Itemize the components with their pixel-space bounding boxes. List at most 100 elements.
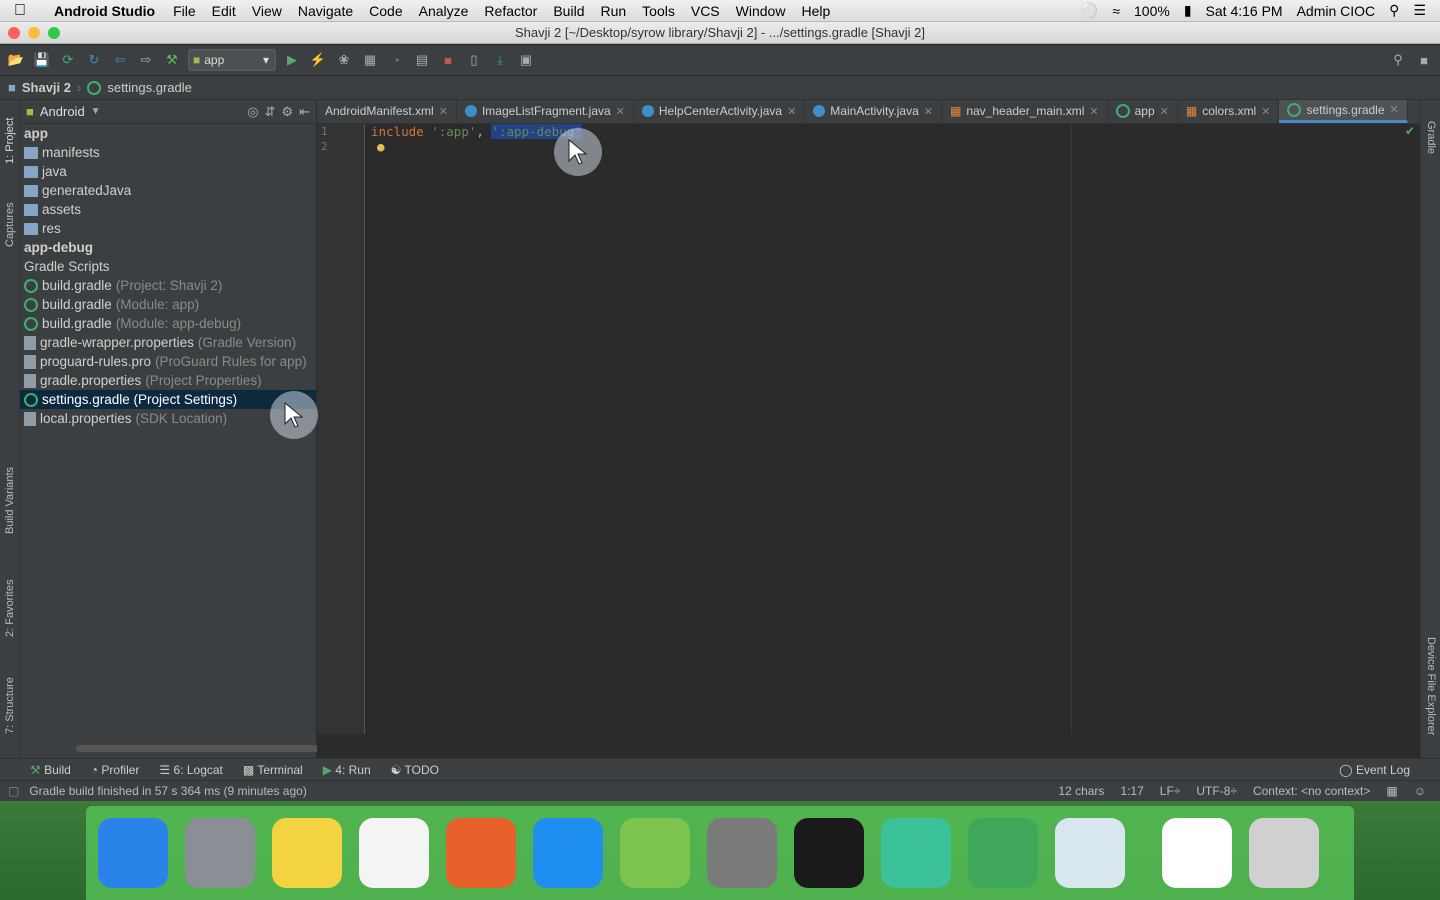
menu-build[interactable]: Build — [545, 3, 592, 19]
event-log-tab[interactable]: ◯ Event Log — [1339, 763, 1410, 777]
project-structure-icon[interactable]: ▣ — [516, 50, 536, 70]
code-line[interactable]: include ':app', ':app-debug' — [371, 124, 582, 139]
run-tab[interactable]: ▶ 4: Run — [323, 763, 371, 777]
tree-item[interactable]: Gradle Scripts — [20, 257, 316, 276]
save-all-icon[interactable]: 💾 — [32, 50, 52, 70]
search-everywhere-icon[interactable]: ⚲ — [1388, 50, 1408, 70]
tree-item[interactable]: generatedJava — [20, 181, 316, 200]
user-menu[interactable]: Admin CIOC — [1297, 3, 1376, 19]
simulator-icon[interactable] — [620, 818, 690, 888]
apple-menu-icon[interactable]:  — [0, 2, 40, 20]
terminal-tab[interactable]: ▩ Terminal — [243, 763, 303, 777]
run-configuration-select[interactable]: ■ app ▾ — [188, 49, 276, 71]
menu-analyze[interactable]: Analyze — [411, 3, 477, 19]
app-menu[interactable]: Android Studio — [40, 3, 165, 19]
coverage-icon[interactable]: ▦ — [360, 50, 380, 70]
todo-tab[interactable]: ☯ TODO — [391, 763, 439, 777]
profiler-tab[interactable]: ◔ Profiler — [91, 763, 140, 777]
notes-icon[interactable] — [272, 818, 342, 888]
close-tab-icon[interactable]: ✕ — [1160, 105, 1169, 118]
structure-tool-button[interactable]: 7: Structure — [0, 666, 20, 746]
scroll-from-source-icon[interactable]: ◎ — [247, 104, 258, 120]
editor-tab[interactable]: app ✕ — [1108, 100, 1178, 123]
close-window-button[interactable] — [8, 27, 20, 39]
code-line[interactable]: ● — [371, 139, 582, 154]
creative-cloud-icon[interactable]: ⚪ — [1081, 2, 1098, 19]
document-thumbnail-icon[interactable] — [1162, 818, 1232, 888]
tree-item[interactable]: proguard-rules.pro (ProGuard Rules for ap… — [20, 352, 316, 371]
tree-item[interactable]: assets — [20, 200, 316, 219]
gear-icon[interactable]: ⚙ — [281, 104, 293, 120]
project-tool-button[interactable]: 1: Project — [0, 106, 20, 176]
menu-refactor[interactable]: Refactor — [476, 3, 545, 19]
firefox-icon[interactable] — [446, 818, 516, 888]
code-content[interactable]: include ':app', ':app-debug' ● — [371, 124, 582, 154]
launchpad-icon[interactable] — [185, 818, 255, 888]
menu-tools[interactable]: Tools — [634, 3, 683, 19]
close-tab-icon[interactable]: ✕ — [924, 105, 933, 118]
avd-manager-icon[interactable]: ▯ — [464, 50, 484, 70]
menu-edit[interactable]: Edit — [204, 3, 244, 19]
clock[interactable]: Sat 4:16 PM — [1206, 3, 1283, 19]
menu-view[interactable]: View — [244, 3, 290, 19]
editor-tab[interactable]: ▦ nav_header_main.xml ✕ — [942, 100, 1108, 123]
project-view-mode[interactable]: Android — [40, 104, 85, 119]
menu-window[interactable]: Window — [728, 3, 794, 19]
profile-icon[interactable]: ◔ — [386, 50, 406, 70]
finder-icon[interactable] — [98, 818, 168, 888]
build-variants-tool-button[interactable]: Build Variants — [0, 450, 20, 550]
hector-icon[interactable]: ☺ — [1414, 784, 1426, 798]
editor-tab[interactable]: MainActivity.java ✕ — [805, 100, 942, 123]
logcat-tab[interactable]: ☰ 6: Logcat — [159, 763, 222, 777]
stop-icon[interactable]: ■ — [438, 50, 458, 70]
editor-tab[interactable]: HelpCenterActivity.java ✕ — [634, 100, 806, 123]
xcode-icon[interactable] — [533, 818, 603, 888]
captures-tool-button[interactable]: Captures — [0, 190, 20, 260]
refresh-icon[interactable]: ↻ — [84, 50, 104, 70]
atom-icon[interactable] — [881, 818, 951, 888]
account-icon[interactable]: ■ — [1414, 50, 1434, 70]
menu-run[interactable]: Run — [592, 3, 634, 19]
build-tab[interactable]: ⚒ Build — [30, 763, 71, 777]
gradle-tool-button[interactable]: Gradle — [1421, 108, 1440, 168]
preview-icon[interactable] — [1055, 818, 1125, 888]
close-tab-icon[interactable]: ✕ — [616, 105, 625, 118]
tree-item[interactable]: gradle.properties (Project Properties) — [20, 371, 316, 390]
status-message[interactable]: Gradle build finished in 57 s 364 ms (9 … — [29, 784, 306, 798]
menu-navigate[interactable]: Navigate — [290, 3, 361, 19]
make-project-hammer-icon[interactable]: ⚒ — [162, 50, 182, 70]
spotlight-search-icon[interactable]: ⚲ — [1389, 2, 1399, 19]
close-tab-icon[interactable]: ✕ — [1390, 103, 1399, 116]
tool-windows-toggle-icon[interactable]: ▢ — [8, 784, 19, 798]
battery-icon[interactable]: ▮ — [1184, 2, 1192, 19]
file-encoding[interactable]: UTF-8÷ — [1196, 784, 1237, 798]
minimize-window-button[interactable] — [28, 27, 40, 39]
tree-item[interactable]: manifests — [20, 143, 316, 162]
close-tab-icon[interactable]: ✕ — [1261, 105, 1270, 118]
tree-item[interactable]: app — [20, 124, 316, 143]
zoom-window-button[interactable] — [48, 27, 60, 39]
editor-tab[interactable]: ▦ colors.xml ✕ — [1178, 100, 1280, 123]
tree-item[interactable]: app-debug — [20, 238, 316, 257]
trash-icon[interactable] — [1249, 818, 1319, 888]
sync-icon[interactable]: ⟳ — [58, 50, 78, 70]
line-separator[interactable]: LF÷ — [1160, 784, 1181, 798]
system-preferences-icon[interactable] — [707, 818, 777, 888]
menu-file[interactable]: File — [165, 3, 204, 19]
tree-item[interactable]: res — [20, 219, 316, 238]
menu-code[interactable]: Code — [361, 3, 410, 19]
tree-item[interactable]: build.gradle (Project: Shavji 2) — [20, 276, 316, 295]
menu-help[interactable]: Help — [793, 3, 838, 19]
chevron-down-icon[interactable]: ▼ — [91, 106, 101, 117]
breadcrumb-file[interactable]: settings.gradle — [107, 80, 192, 95]
intention-bulb-icon[interactable]: ● — [377, 139, 385, 154]
editor-tab[interactable]: settings.gradle ✕ — [1279, 100, 1408, 123]
forward-arrow-icon[interactable]: ⇨ — [136, 50, 156, 70]
caret-position[interactable]: 1:17 — [1120, 784, 1143, 798]
debug-icon[interactable]: ❀ — [334, 50, 354, 70]
tree-item[interactable]: java — [20, 162, 316, 181]
tree-item[interactable]: build.gradle (Module: app) — [20, 295, 316, 314]
run-icon[interactable]: ▶ — [282, 50, 302, 70]
notification-center-icon[interactable]: ☰ — [1413, 2, 1426, 19]
collapse-all-icon[interactable]: ⇵ — [265, 104, 276, 120]
